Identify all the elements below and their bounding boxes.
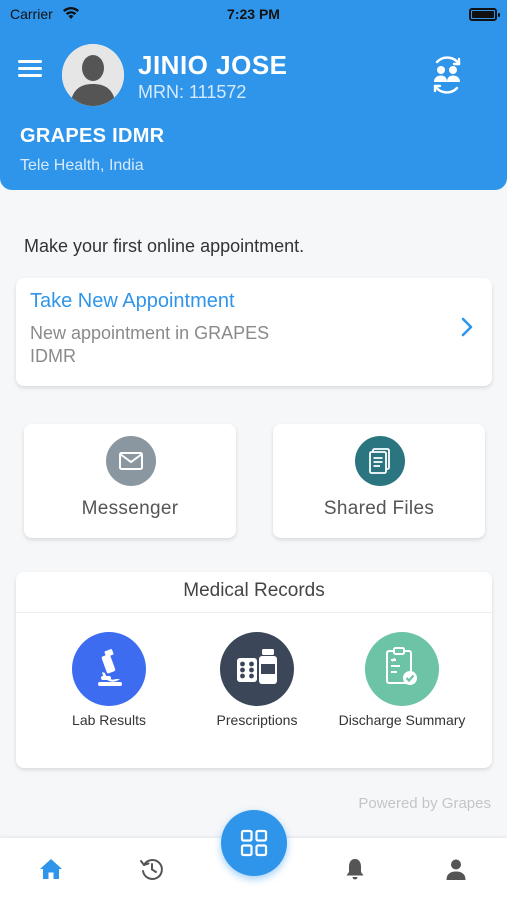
app-header: Carrier 7:23 PM JINIO JOSE MRN: 111572 G… bbox=[0, 0, 507, 190]
shared-files-label: Shared Files bbox=[323, 498, 435, 519]
medical-records-card: Medical Records Lab Results Prescription… bbox=[16, 572, 492, 768]
battery-icon bbox=[469, 8, 500, 21]
appointment-title: Take New Appointment bbox=[30, 290, 235, 312]
microscope-icon bbox=[98, 649, 122, 686]
divider bbox=[16, 612, 492, 613]
patient-name: JINIO JOSE bbox=[138, 50, 288, 80]
dashboard-fab-button[interactable] bbox=[221, 810, 287, 876]
patient-mrn: MRN: 111572 bbox=[138, 82, 247, 102]
chevron-right-icon bbox=[461, 317, 473, 337]
messenger-label: Messenger bbox=[81, 498, 179, 519]
messenger-tile[interactable]: Messenger bbox=[24, 424, 236, 538]
clipboard-check-icon bbox=[386, 647, 417, 685]
person-silhouette-icon bbox=[62, 44, 124, 106]
prescriptions-item[interactable]: Prescriptions bbox=[187, 632, 327, 729]
discharge-summary-label: Discharge Summary bbox=[338, 712, 466, 728]
shared-files-tile[interactable]: Shared Files bbox=[273, 424, 485, 538]
history-icon[interactable] bbox=[139, 856, 165, 882]
hamburger-menu-icon[interactable] bbox=[18, 60, 42, 78]
take-new-appointment-card[interactable]: Take New Appointment New appointment in … bbox=[16, 278, 492, 386]
discharge-summary-item[interactable]: Discharge Summary bbox=[332, 632, 472, 729]
lab-results-item[interactable]: Lab Results bbox=[39, 632, 179, 729]
mail-icon bbox=[119, 452, 143, 470]
messenger-icon-circle bbox=[106, 436, 156, 486]
lab-results-label: Lab Results bbox=[72, 712, 146, 728]
clock: 7:23 PM bbox=[227, 6, 280, 22]
shared-files-icon-circle bbox=[355, 436, 405, 486]
medical-records-title: Medical Records bbox=[183, 580, 325, 601]
appointment-subtitle: New appointment in GRAPES IDMR bbox=[30, 323, 270, 366]
hospital-location: Tele Health, India bbox=[20, 157, 144, 174]
intro-text: Make your first online appointment. bbox=[24, 236, 305, 256]
home-icon[interactable] bbox=[38, 856, 64, 882]
prescriptions-label: Prescriptions bbox=[216, 712, 298, 728]
hospital-name: GRAPES IDMR bbox=[20, 125, 165, 147]
lab-results-icon-circle bbox=[72, 632, 146, 706]
document-icon bbox=[369, 448, 390, 474]
medicine-icon bbox=[237, 649, 277, 684]
powered-by-text: Powered by Grapes bbox=[358, 795, 491, 812]
grid-icon bbox=[240, 829, 268, 857]
bell-icon[interactable] bbox=[342, 856, 368, 882]
avatar[interactable] bbox=[62, 44, 124, 106]
status-bar: Carrier 7:23 PM bbox=[0, 4, 507, 26]
switch-user-icon[interactable] bbox=[428, 56, 466, 94]
user-icon[interactable] bbox=[443, 856, 469, 882]
discharge-summary-icon-circle bbox=[365, 632, 439, 706]
prescriptions-icon-circle bbox=[220, 632, 294, 706]
